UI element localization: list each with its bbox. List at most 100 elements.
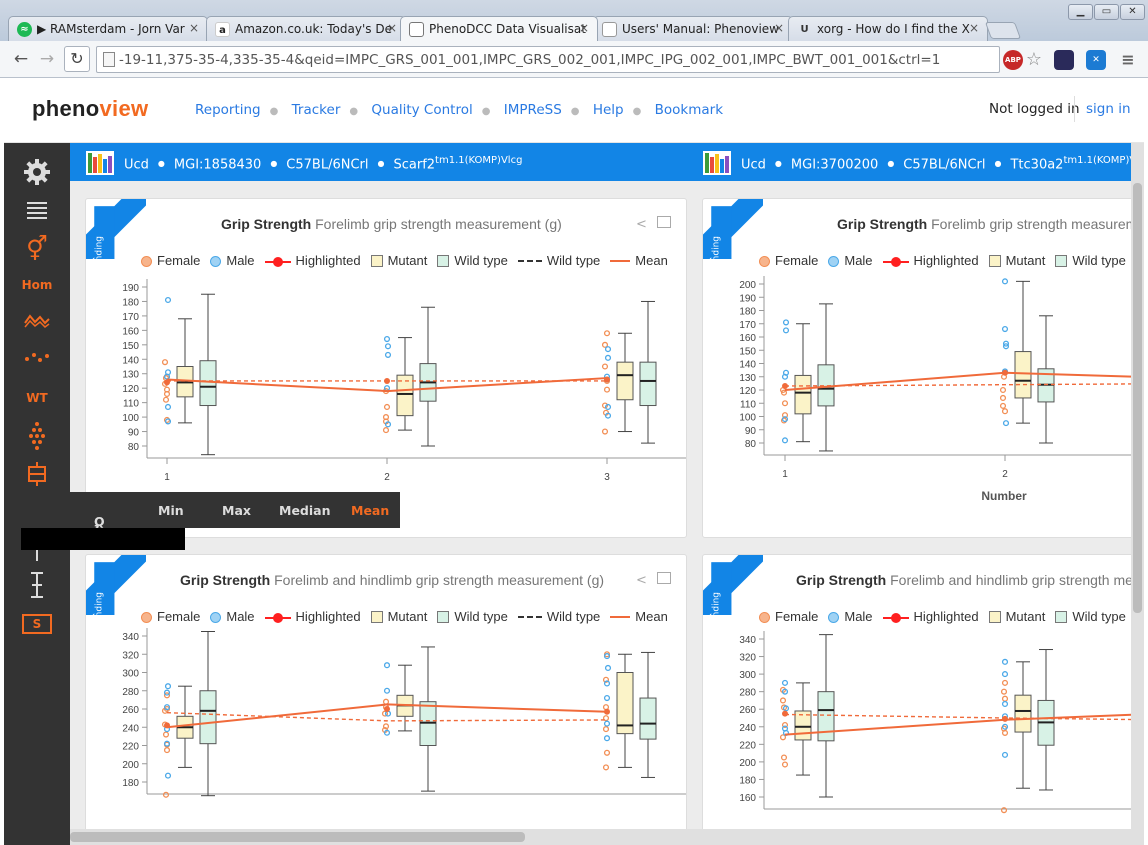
nav-separator: ● [481, 106, 491, 117]
extension-icon[interactable] [1054, 50, 1074, 70]
chart-card: QCpendingGrip Strength Forelimb and hind… [85, 554, 687, 845]
mean-point [384, 706, 390, 712]
scatter-icon[interactable] [4, 351, 70, 366]
stat-min-button[interactable]: Min [158, 503, 184, 518]
url-text[interactable]: -19-11,375-35-4,335-35-4&qeid=IMPC_GRS_0… [119, 52, 995, 68]
close-tab-icon[interactable]: × [969, 21, 979, 35]
scrollbar-thumb[interactable] [70, 832, 525, 842]
settings-gear-icon[interactable] [4, 157, 70, 190]
list-menu-icon[interactable] [4, 201, 70, 222]
mean-point [164, 379, 170, 386]
whisker-icon[interactable] [4, 549, 70, 564]
gender-icon[interactable]: ⚥ [4, 235, 70, 263]
group-header-1: Ucd ● MGI:1858430 ● C57BL/6NCrl ● Scarf2tm1.1(… [70, 143, 687, 181]
adblock-plus-icon[interactable]: ABP [1003, 50, 1023, 70]
nav-help[interactable]: Help [593, 102, 624, 118]
mutant-box [396, 337, 414, 431]
y-tick-label: 190 [739, 293, 756, 304]
male-point [383, 662, 391, 669]
address-bar[interactable]: -19-11,375-35-4,335-35-4&qeid=IMPC_GRS_0… [96, 46, 1000, 73]
y-tick-label: 300 [739, 670, 756, 681]
close-tab-icon[interactable]: × [189, 21, 199, 35]
female-point [1000, 688, 1008, 695]
zygosity-hom-button[interactable]: Hom [4, 278, 70, 292]
y-tick-label: 80 [128, 442, 140, 453]
nav-impress[interactable]: IMPReSS [504, 102, 562, 118]
female-point [999, 394, 1007, 402]
female-point [603, 330, 611, 337]
close-tab-icon[interactable]: × [774, 21, 784, 35]
forward-arrow-icon[interactable]: → [36, 48, 58, 70]
male-point [603, 735, 611, 742]
stat-max-button[interactable]: Max [222, 503, 251, 518]
nav-separator: ● [269, 106, 279, 117]
maximize-button[interactable]: ▭ [1094, 4, 1119, 20]
y-tick-label: 110 [123, 399, 139, 410]
y-tick-label: 340 [739, 635, 756, 646]
error-bar-icon[interactable] [4, 571, 70, 602]
female-point [382, 427, 390, 434]
browser-tab-phenodcc[interactable]: PhenoDCC Data Visualisat × [400, 16, 598, 41]
nav-reporting[interactable]: Reporting [195, 102, 261, 118]
mgi-id[interactable]: MGI:3700200 [791, 157, 878, 172]
scrollbar-thumb[interactable] [1133, 183, 1142, 613]
browser-tab-manual[interactable]: Users' Manual: Phenoview × [593, 16, 793, 41]
female-point [162, 791, 170, 798]
tab-title: xorg - How do I find the X [817, 22, 970, 36]
vertical-scrollbar[interactable] [1131, 143, 1144, 829]
female-point [601, 363, 609, 370]
box-plot-chart[interactable]: 160 180 200 220 240 260 280 300 320 340 [703, 555, 1144, 845]
horizontal-scrollbar[interactable] [70, 829, 1144, 845]
y-tick-label: 130 [122, 370, 139, 381]
menu-icon[interactable]: ≡ [1118, 50, 1138, 70]
browser-tab-askubuntu[interactable]: U xorg - How do I find the X × [788, 16, 988, 41]
wildtype-button[interactable]: WT [4, 391, 70, 405]
male-point [383, 687, 391, 694]
y-tick-label: 180 [122, 297, 139, 308]
close-tab-icon[interactable]: × [387, 21, 397, 35]
male-point [604, 664, 612, 671]
box-plot-chart[interactable]: 80 90 100 110 120 130 140 150 160 170 180 190 200 1 2 N… [703, 199, 1144, 538]
new-tab-button[interactable] [984, 22, 1022, 39]
box-plot-chart[interactable]: 180 200 220 240 260 280 300 320 340 [86, 555, 687, 845]
tab-title: Users' Manual: Phenoview [622, 22, 779, 36]
bookmark-star-icon[interactable]: ☆ [1024, 50, 1044, 70]
wildtype-box [1037, 649, 1055, 791]
close-tab-icon[interactable]: × [579, 21, 589, 35]
nav-tracker[interactable]: Tracker [292, 102, 341, 118]
nav-quality-control[interactable]: Quality Control [371, 102, 472, 118]
chart-card: QCpendingGrip Strength Forelimb grip str… [85, 198, 687, 538]
male-point [782, 319, 790, 326]
reload-icon[interactable]: ↻ [64, 46, 90, 72]
sign-in-link[interactable]: sign in [1086, 101, 1131, 117]
box-plot-chart[interactable]: 80 90 100 110 120 130 140 150 160 170 180 190 1 2 3 [86, 199, 687, 538]
stat-mean-button[interactable]: Mean [351, 503, 389, 518]
female-point [161, 359, 169, 366]
y-tick-label: 160 [122, 326, 139, 337]
back-arrow-icon[interactable]: ← [10, 48, 32, 70]
y-tick-label: 140 [122, 355, 139, 366]
female-point [1000, 807, 1008, 814]
y-tick-label: 320 [739, 653, 756, 664]
logo[interactable]: phenoview [32, 96, 148, 122]
y-tick-label: 140 [739, 360, 756, 371]
y-tick-label: 220 [122, 742, 139, 753]
female-point [999, 386, 1007, 394]
y-tick-label: 180 [122, 778, 139, 789]
y-tick-label: 320 [122, 650, 139, 661]
extension-icon[interactable]: ✕ [1086, 50, 1106, 70]
stat-median-button[interactable]: Median [279, 503, 330, 518]
mgi-id[interactable]: MGI:1858430 [174, 157, 261, 172]
centre: Ucd [741, 157, 766, 173]
heatmap-icon [703, 151, 731, 175]
browser-tab-amazon[interactable]: a Amazon.co.uk: Today's De × [206, 16, 406, 41]
browser-tab-spotify[interactable]: ≈ ▶ RAMsterdam - Jorn Var × [8, 16, 208, 41]
close-window-button[interactable]: ✕ [1120, 4, 1145, 20]
line-chart-icon[interactable] [4, 311, 70, 332]
s-toggle-button[interactable]: S [4, 614, 70, 634]
box-plot-icon[interactable] [4, 462, 70, 489]
nav-bookmark[interactable]: Bookmark [655, 102, 723, 118]
distribution-icon[interactable] [4, 421, 70, 456]
document-icon [602, 22, 617, 37]
minimize-button[interactable]: ▁ [1068, 4, 1093, 20]
